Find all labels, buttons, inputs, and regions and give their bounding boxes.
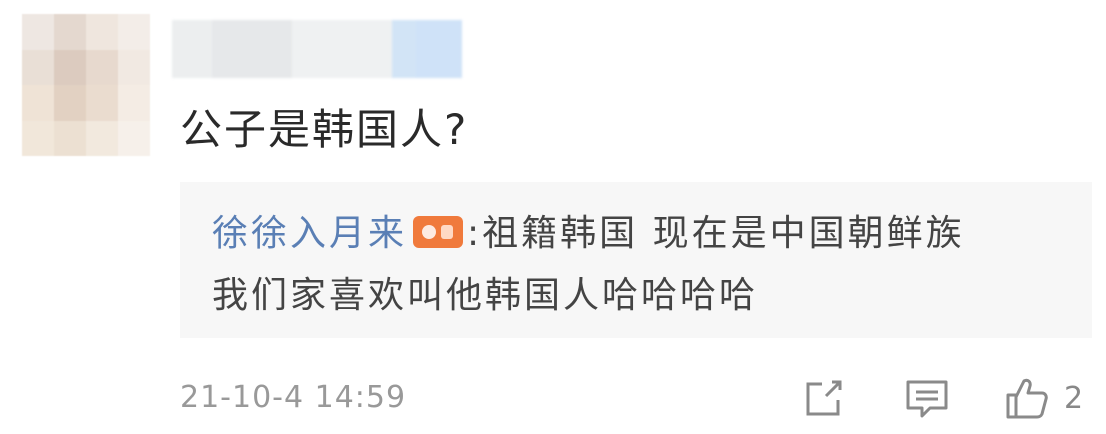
vip-badge-icon	[413, 216, 464, 248]
reply-separator: :	[467, 213, 483, 254]
reply-text-part1: 祖籍韩国 现在是中国朝鲜族	[482, 213, 965, 254]
user-avatar[interactable]	[22, 14, 150, 156]
comment-icon	[906, 380, 948, 418]
like-count: 2	[1064, 380, 1084, 416]
comment-button[interactable]	[904, 374, 950, 422]
blurred-username[interactable]	[172, 20, 462, 78]
reply-box[interactable]: 徐徐入月来:祖籍韩国 现在是中国朝鲜族 我们家喜欢叫他韩国人哈哈哈哈	[180, 182, 1092, 338]
like-button[interactable]: 2	[1004, 374, 1083, 422]
share-icon	[806, 380, 842, 416]
share-button[interactable]	[802, 374, 846, 422]
timestamp: 21-10-4 14:59	[180, 380, 407, 415]
reply-line-2: 我们家喜欢叫他韩国人哈哈哈哈	[212, 275, 759, 316]
thumbs-up-icon	[1006, 378, 1048, 419]
reply-author[interactable]: 徐徐入月来	[212, 213, 407, 254]
comment-text: 公子是韩国人?	[180, 105, 469, 154]
reply-line-1: 徐徐入月来:祖籍韩国 现在是中国朝鲜族	[212, 208, 965, 260]
